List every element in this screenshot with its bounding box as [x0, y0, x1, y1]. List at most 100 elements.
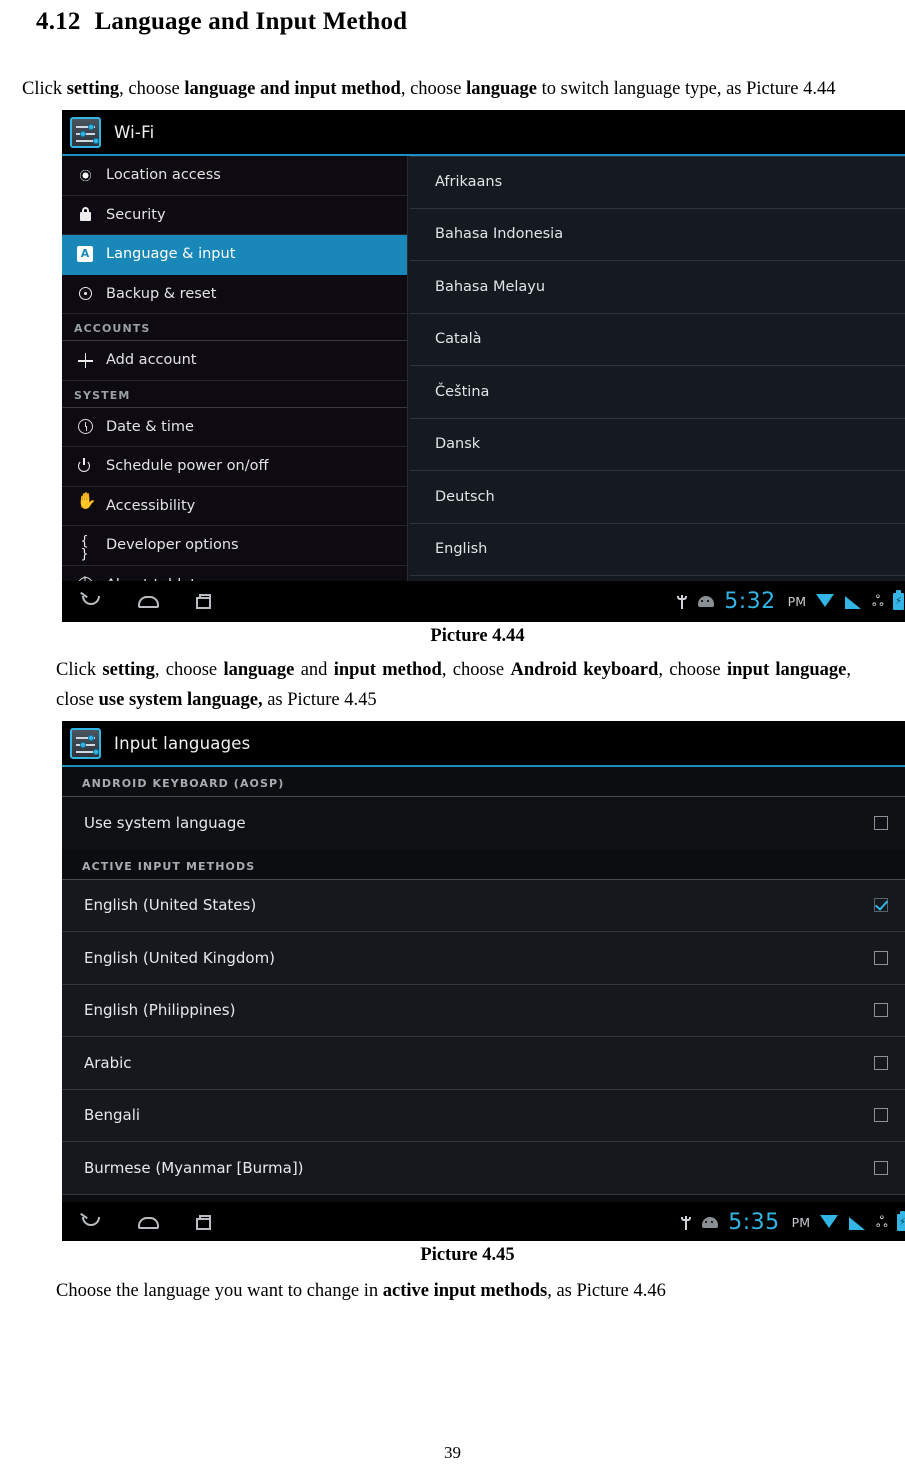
sidebar-label: Schedule power on/off	[106, 458, 269, 475]
row-label: English (Philippines)	[84, 1001, 236, 1020]
back-icon[interactable]	[80, 1213, 106, 1233]
backup-icon	[72, 285, 98, 302]
sidebar-section-accounts: ACCOUNTS	[62, 314, 407, 341]
list-item[interactable]: Dansk	[410, 418, 905, 471]
row-label: Bengali	[84, 1106, 141, 1125]
status-ampm: PM	[791, 1215, 810, 1230]
status-ampm: PM	[787, 594, 806, 609]
sidebar-item-schedule-power[interactable]: Schedule power on/off	[62, 447, 407, 487]
language-list[interactable]: Afrikaans Bahasa Indonesia Bahasa Melayu…	[408, 156, 905, 581]
battery-charging-icon	[893, 590, 904, 610]
settings-sidebar[interactable]: Location access Security A Language & in…	[62, 156, 408, 581]
list-item[interactable]: Bahasa Melayu	[410, 261, 905, 314]
paragraph-intro: Click setting, choose language and input…	[22, 79, 836, 99]
status-icons-1: 5:32 PM ஃ	[676, 589, 904, 614]
usb-icon	[680, 1214, 692, 1232]
home-icon[interactable]	[136, 592, 162, 612]
location-icon	[72, 167, 98, 184]
list-item[interactable]: Afrikaans	[410, 156, 905, 209]
recents-icon[interactable]	[192, 1213, 218, 1233]
row-input-method[interactable]: English (Philippines)	[62, 984, 905, 1037]
nav-buttons-1	[80, 592, 218, 612]
row-label: Use system language	[84, 814, 246, 833]
clock-icon	[72, 418, 98, 435]
paragraph-mid: Click setting, choose language and input…	[56, 660, 851, 710]
sidebar-label: Developer options	[106, 537, 239, 554]
lock-icon	[72, 206, 98, 223]
android-debug-icon	[698, 596, 715, 607]
list-item[interactable]: Čeština	[410, 366, 905, 419]
wifi-icon	[820, 1215, 839, 1230]
sidebar-item-developer-options[interactable]: Developer options	[62, 526, 407, 566]
figure-caption-2: Picture 4.45	[420, 1245, 515, 1265]
list-item[interactable]: Bahasa Indonesia	[410, 208, 905, 261]
sidebar-label: Date & time	[106, 418, 194, 435]
list-item[interactable]: Català	[410, 313, 905, 366]
sidebar-item-backup-and-reset[interactable]: Backup & reset	[62, 275, 407, 314]
braces-icon	[72, 535, 98, 561]
row-input-method[interactable]: Bengali	[62, 1089, 905, 1142]
settings-sliders-icon	[70, 116, 101, 148]
sidebar-item-security[interactable]: Security	[62, 196, 407, 235]
sidebar-item-about-tablet[interactable]: About tablet	[62, 566, 407, 581]
row-label: English (United States)	[84, 896, 257, 915]
settings-panes: Location access Security A Language & in…	[62, 156, 905, 581]
checkbox-input-method[interactable]	[874, 1003, 888, 1018]
checkbox-input-method[interactable]	[874, 1108, 888, 1123]
heading-number: 4.12	[36, 8, 81, 35]
android-screenshot-input-languages: Input languages ANDROID KEYBOARD (AOSP) …	[62, 721, 905, 1241]
plus-icon	[72, 352, 98, 369]
back-icon[interactable]	[80, 592, 106, 612]
checkbox-use-system-language[interactable]	[874, 816, 888, 831]
sidebar-item-add-account[interactable]: Add account	[62, 341, 407, 381]
recents-icon[interactable]	[192, 592, 218, 612]
sidebar-item-language-and-input[interactable]: A Language & input	[62, 235, 407, 275]
settings-sliders-icon	[70, 727, 101, 759]
row-input-method[interactable]: English (United Kingdom)	[62, 932, 905, 985]
list-item[interactable]: English	[410, 523, 905, 576]
sidebar-label: Accessibility	[106, 497, 196, 514]
row-input-method[interactable]: Arabic	[62, 1037, 905, 1090]
wifi-icon	[816, 594, 835, 609]
heading-text: Language and Input Method	[94, 8, 408, 35]
checkbox-input-method[interactable]	[874, 1055, 888, 1070]
row-label: English (United Kingdom)	[84, 948, 276, 967]
sidebar-label: Backup & reset	[106, 285, 217, 302]
sidebar-item-accessibility[interactable]: Accessibility	[62, 487, 407, 526]
row-input-method[interactable]: English (United States)	[62, 879, 905, 932]
usb-icon	[676, 593, 688, 611]
system-navigation-bar-1: 5:32 PM ஃ	[62, 581, 905, 622]
sidebar-label: Add account	[106, 352, 197, 369]
row-input-method[interactable]: Burmese (Myanmar [Burma])	[62, 1142, 905, 1195]
section-header-android-keyboard: ANDROID KEYBOARD (AOSP)	[62, 767, 905, 797]
sidebar-item-date-and-time[interactable]: Date & time	[62, 408, 407, 447]
bluetooth-icon: ஃ	[872, 591, 884, 610]
signal-icon	[849, 1215, 866, 1230]
language-icon: A	[72, 246, 98, 263]
document-page: 4.12 Language and Input Method Click sett…	[0, 0, 905, 1475]
info-icon	[72, 575, 98, 581]
signal-icon	[845, 594, 862, 609]
page-number: 39	[444, 1443, 461, 1462]
sidebar-section-system: SYSTEM	[62, 381, 407, 408]
checkbox-input-method[interactable]	[874, 898, 888, 913]
section-header-active-input-methods: ACTIVE INPUT METHODS	[62, 849, 905, 880]
sidebar-item-location-access[interactable]: Location access	[62, 156, 407, 196]
battery-charging-icon	[897, 1211, 905, 1231]
actionbar-title-1: Wi-Fi	[114, 122, 155, 142]
android-screenshot-language-settings: Wi-Fi Location access Security A Languag…	[62, 110, 905, 622]
status-time: 5:35	[728, 1210, 780, 1235]
power-icon	[72, 457, 98, 475]
sidebar-label: About tablet	[106, 577, 196, 581]
home-icon[interactable]	[136, 1213, 162, 1233]
row-use-system-language[interactable]: Use system language	[62, 797, 905, 850]
system-navigation-bar-2: 5:35 PM ஃ	[62, 1202, 905, 1241]
status-icons-2: 5:35 PM ஃ	[680, 1210, 905, 1235]
list-item[interactable]: Deutsch	[410, 471, 905, 524]
checkbox-input-method[interactable]	[874, 950, 888, 965]
checkbox-input-method[interactable]	[874, 1160, 888, 1175]
hand-icon	[72, 493, 98, 514]
sidebar-label: Language & input	[106, 246, 236, 263]
android-debug-icon	[702, 1217, 719, 1228]
nav-buttons-2	[80, 1213, 218, 1233]
